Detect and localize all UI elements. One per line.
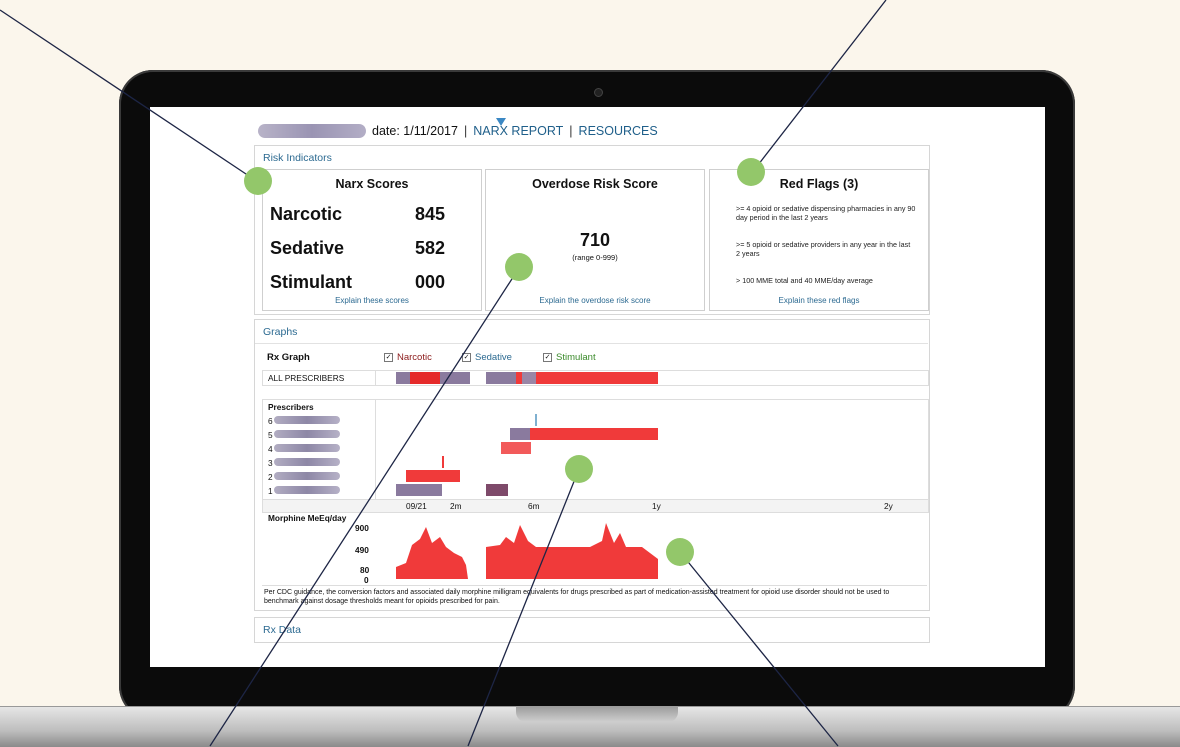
callout-line [467,468,580,747]
callout-dot [666,538,694,566]
callout-line [209,267,520,747]
callout-line [0,9,259,183]
callout-line [750,0,887,175]
callout-dot [737,158,765,186]
callout-lines [0,0,887,747]
callout-line [679,551,839,747]
callout-dot [244,167,272,195]
callout-dot [505,253,533,281]
callout-dot [565,455,593,483]
